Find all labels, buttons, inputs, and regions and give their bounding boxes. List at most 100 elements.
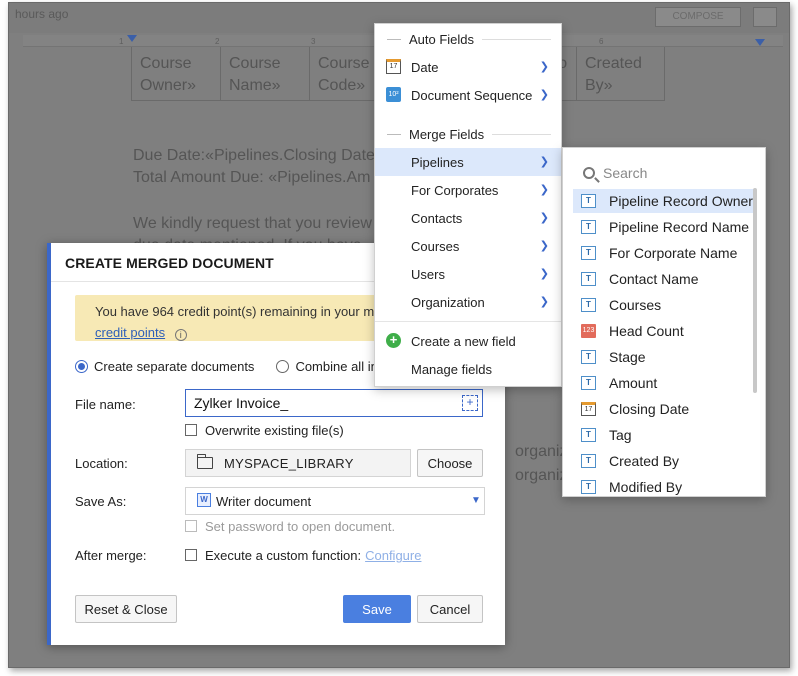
divider [375,321,561,322]
text-field-icon: T [581,220,596,234]
file-name-label: File name: [75,397,136,412]
menu-item-date[interactable]: 17 Date ❯ [375,53,561,81]
password-checkbox [185,520,197,532]
text-field-icon: T [581,272,596,286]
chevron-down-icon[interactable]: ▼ [471,495,481,506]
left-indent-marker[interactable] [127,35,137,42]
insert-field-icon[interactable]: + [462,395,478,411]
separate-documents-label[interactable]: Create separate documents [94,359,254,374]
chevron-right-icon: ❯ [539,89,549,101]
field-item[interactable]: T Amount [573,371,755,395]
menu-item-label: Courses [411,238,460,254]
table-cell: Course Owner» [131,47,220,101]
search-icon [583,167,595,179]
overwrite-checkbox[interactable] [185,424,197,436]
field-label: Pipeline Record Owner [609,193,753,209]
field-item[interactable]: T Contact Name [573,267,755,291]
document-line: Due Date:«Pipelines.Closing Date [133,147,375,164]
field-item[interactable]: T Pipeline Record Name [573,215,755,239]
chevron-right-icon: ❯ [539,61,549,73]
pipelines-fields-submenu: Search T Pipeline Record Owner T Pipelin… [562,147,766,497]
save-button[interactable]: Save [343,595,411,623]
location-field: MYSPACE_LIBRARY [185,449,411,477]
merge-mode-options: Create separate documents Combine all in… [75,359,381,374]
compose-button[interactable]: COMPOSE [655,7,741,27]
menu-item-contacts[interactable]: Contacts ❯ [375,204,561,232]
field-item[interactable]: T Pipeline Record Owner [573,189,755,213]
menu-item-courses[interactable]: Courses ❯ [375,232,561,260]
field-search[interactable]: Search [583,165,647,181]
combine-documents-radio[interactable] [276,360,290,373]
text-field-icon: T [581,480,596,494]
menu-item-label: Pipelines [411,154,464,170]
toolbar-icon-button[interactable] [753,7,777,27]
auto-fields-heading: Auto Fields [387,29,551,49]
field-item[interactable]: T Created By [573,449,755,473]
menu-item-label: Users [411,266,445,282]
menu-item-label: Create a new field [411,333,516,349]
folder-icon [197,454,213,469]
plus-icon: + [386,333,401,348]
file-name-input[interactable] [185,389,483,417]
info-icon[interactable]: i [174,329,187,341]
submenu-scrollbar[interactable] [753,188,757,393]
menu-item-label: Organization [411,294,485,310]
overwrite-label: Overwrite existing file(s) [205,423,344,438]
menu-item-label: For Corporates [411,182,499,198]
field-label: Stage [609,349,646,365]
search-placeholder: Search [603,165,648,181]
password-label: Set password to open document. [205,519,396,534]
choose-button[interactable]: Choose [417,449,483,477]
text-field-icon: T [581,194,596,208]
field-item[interactable]: 17 Closing Date [573,397,755,421]
field-item[interactable]: T Courses [573,293,755,317]
combine-documents-label[interactable]: Combine all int [295,359,381,374]
chevron-right-icon: ❯ [539,156,549,168]
field-item[interactable]: T Modified By [573,475,755,496]
field-item[interactable]: T Stage [573,345,755,369]
custom-function-checkbox[interactable] [185,549,197,561]
menu-item-document-sequence[interactable]: 10² Document Sequence ❯ [375,81,561,109]
field-label: For Corporate Name [609,245,738,261]
dialog-title: CREATE MERGED DOCUMENT [65,255,274,271]
menu-item-users[interactable]: Users ❯ [375,260,561,288]
separate-documents-radio[interactable] [75,360,88,373]
field-label: Closing Date [609,401,690,417]
ruler-tick: 6 [599,37,604,46]
chevron-right-icon: ❯ [539,184,549,196]
save-as-select[interactable]: Writer document [185,487,485,515]
create-new-field-item[interactable]: + Create a new field [375,327,561,355]
menu-item-label: Document Sequence [411,87,533,103]
table-cell: Created By» [576,47,665,101]
writer-document-icon: W [197,493,211,507]
reset-close-button[interactable]: Reset & Close [75,595,177,623]
menu-item-pipelines[interactable]: Pipelines ❯ [375,148,561,176]
last-saved-text: hours ago [15,7,69,21]
menu-item-for-corporates[interactable]: For Corporates ❯ [375,176,561,204]
calendar-icon: 17 [581,402,596,416]
field-label: Amount [609,375,658,391]
heading-text: Merge Fields [409,126,485,142]
text-field-icon: T [581,246,596,260]
credit-points-link[interactable]: credit points [95,325,165,340]
chevron-right-icon: ❯ [539,240,549,252]
ruler-tick: 3 [311,37,316,46]
custom-function-option[interactable]: Execute a custom function: Configure [185,548,421,563]
right-indent-marker[interactable] [755,39,765,46]
overwrite-option[interactable]: Overwrite existing file(s) [185,423,344,438]
table-cell: Course Name» [220,47,309,101]
field-item[interactable]: T Tag [573,423,755,447]
document-line: We kindly request that you review [133,215,372,232]
text-field-icon: T [581,428,596,442]
chevron-right-icon: ❯ [539,212,549,224]
ruler-tick: 2 [215,37,220,46]
manage-fields-item[interactable]: Manage fields [375,355,561,383]
menu-item-organization[interactable]: Organization ❯ [375,288,561,316]
field-item[interactable]: T For Corporate Name [573,241,755,265]
cancel-button[interactable]: Cancel [417,595,483,623]
save-as-label: Save As: [75,494,127,509]
configure-link[interactable]: Configure [365,548,421,563]
menu-item-label: Contacts [411,210,463,226]
chevron-right-icon: ❯ [539,296,549,308]
field-item[interactable]: 123 Head Count [573,319,755,343]
